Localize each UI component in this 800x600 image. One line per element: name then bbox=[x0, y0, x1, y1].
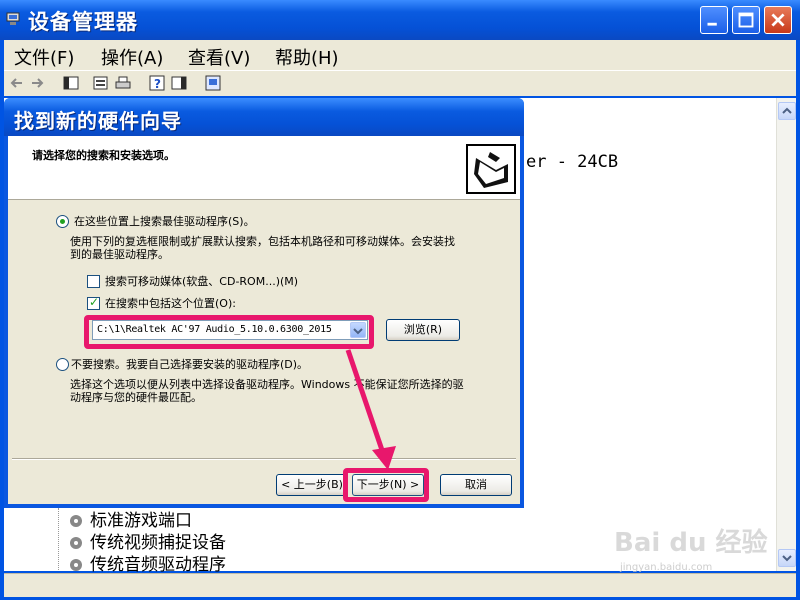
annotation-arrow bbox=[345, 349, 396, 470]
baidu-watermark: Bai du 经验 bbox=[614, 528, 768, 558]
baidu-watermark-url: jingyan.baidu.com bbox=[620, 562, 713, 573]
